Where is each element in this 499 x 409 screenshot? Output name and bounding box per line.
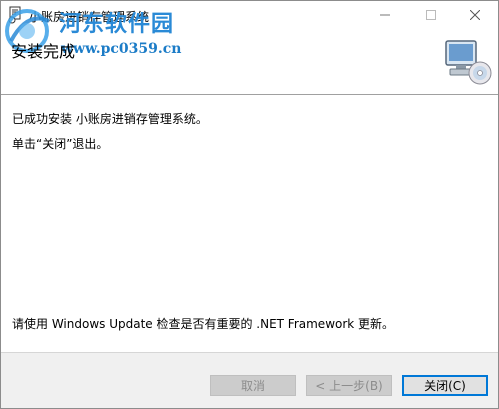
watermark-name: 河东软件园 [59, 12, 175, 37]
windows-update-note: 请使用 Windows Update 检查是否有重要的 .NET Framewo… [12, 317, 395, 331]
installer-window: 小账房进销存管理系统 河东软件园 www.pc0359.cn 安装完成 已成功安… [0, 0, 499, 409]
maximize-button[interactable] [408, 1, 454, 29]
close-window-button[interactable] [452, 1, 498, 29]
page-title: 安装完成 [11, 42, 76, 61]
close-button[interactable]: 关闭(C) [402, 375, 488, 396]
cancel-button[interactable]: 取消 [210, 375, 296, 396]
maximize-icon [426, 10, 436, 20]
minimize-button[interactable] [362, 1, 408, 29]
click-close-instruction: 单击“关闭”退出。 [12, 137, 109, 151]
minimize-icon [380, 14, 390, 16]
computer-cd-icon [445, 40, 492, 85]
install-success-text: 已成功安装 小账房进销存管理系统。 [12, 112, 208, 126]
watermark-url: www.pc0359.cn [61, 41, 182, 57]
close-icon [470, 10, 480, 20]
back-button[interactable]: < 上一步(B) [306, 375, 392, 396]
header-divider-highlight [1, 95, 498, 96]
